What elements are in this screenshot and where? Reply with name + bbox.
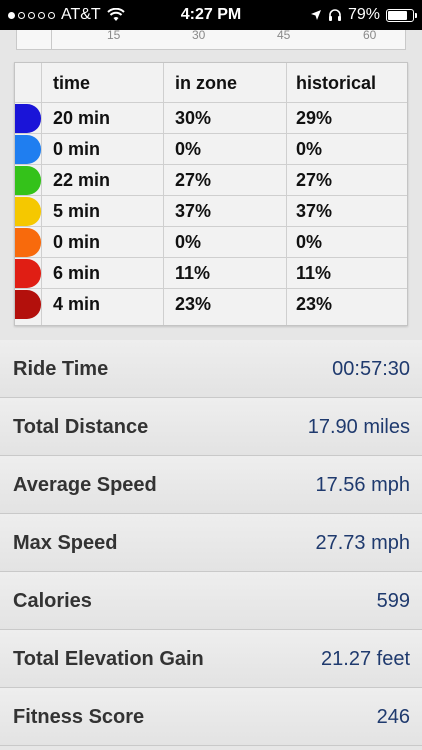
table-row: 4 min 23% 23% (15, 289, 407, 320)
wifi-icon (107, 8, 125, 21)
stat-row-total-distance: Total Distance 17.90 miles (0, 398, 422, 456)
zone-time: 4 min (53, 294, 101, 314)
table-row: 20 min 30% 29% (15, 103, 407, 134)
stat-value: 17.56 mph (315, 473, 410, 496)
x-tick-label: 45 (277, 28, 291, 42)
stat-label: Ride Time (13, 357, 109, 380)
zone-in-zone: 27% (175, 170, 212, 190)
zone-time: 5 min (53, 201, 101, 221)
zone-color-swatch (15, 259, 41, 288)
zone-historical: 23% (296, 294, 333, 314)
stat-label: Average Speed (13, 473, 157, 496)
headphones-icon (328, 9, 341, 21)
zone-in-zone: 11% (175, 263, 211, 283)
x-tick-label: 30 (192, 28, 206, 42)
table-row: 0 min 0% 0% (15, 227, 407, 258)
location-arrow-icon (310, 10, 321, 20)
table-row: 5 min 37% 37% (15, 196, 407, 227)
zone-historical: 0% (296, 139, 323, 159)
zone-color-swatch (15, 166, 41, 195)
stat-label: Total Distance (13, 415, 149, 438)
heart-rate-zones-table: time in zone historical 20 min 30% 29% 0… (14, 62, 408, 326)
zone-in-zone: 0% (175, 232, 202, 252)
x-tick-label: 60 (363, 28, 377, 42)
table-row: 6 min 11% 11% (15, 258, 407, 289)
column-header-in-zone: in zone (175, 72, 237, 93)
zone-historical: 0% (296, 232, 323, 252)
zone-in-zone: 0% (175, 139, 202, 159)
zone-color-swatch (15, 228, 41, 257)
stat-value: 246 (376, 705, 410, 728)
zone-historical: 29% (296, 108, 333, 128)
signal-strength-icon (8, 11, 55, 19)
zone-color-swatch (15, 197, 41, 226)
battery-percent: 79% (347, 6, 380, 23)
zone-chart-axis: 15 30 45 60 (16, 28, 406, 50)
stat-row-ride-time: Ride Time 00:57:30 (0, 340, 422, 398)
column-header-historical: historical (296, 72, 377, 93)
table-row: 22 min 27% 27% (15, 165, 407, 196)
zone-historical: 27% (296, 170, 333, 190)
stat-value: 21.27 feet (321, 647, 410, 670)
zone-time: 20 min (53, 108, 111, 128)
stat-label: Calories (13, 589, 92, 612)
zone-time: 0 min (53, 232, 101, 252)
carrier-name: AT&T (61, 6, 101, 23)
ride-stats-list: Ride Time 00:57:30 Total Distance 17.90 … (0, 340, 422, 746)
zone-historical: 11% (296, 263, 332, 283)
stat-row-average-speed: Average Speed 17.56 mph (0, 456, 422, 514)
status-bar: AT&T 4:27 PM 79% (0, 0, 422, 30)
zone-time: 6 min (53, 263, 101, 283)
stat-row-fitness-score: Fitness Score 246 (0, 688, 422, 746)
table-row: 0 min 0% 0% (15, 134, 407, 165)
stat-label: Max Speed (13, 531, 118, 554)
zone-in-zone: 37% (175, 201, 212, 221)
stat-label: Fitness Score (13, 705, 145, 728)
column-header-time: time (53, 72, 91, 93)
stat-value: 00:57:30 (332, 357, 410, 380)
zone-time: 0 min (53, 139, 101, 159)
stat-value: 17.90 miles (307, 415, 410, 438)
zone-in-zone: 23% (175, 294, 212, 314)
stat-row-max-speed: Max Speed 27.73 mph (0, 514, 422, 572)
zone-color-swatch (15, 290, 41, 319)
zone-time: 22 min (53, 170, 111, 190)
stat-row-total-elevation-gain: Total Elevation Gain 21.27 feet (0, 630, 422, 688)
x-tick-label: 15 (107, 28, 121, 42)
zone-color-swatch (15, 135, 41, 164)
battery-icon (386, 8, 417, 22)
stat-label: Total Elevation Gain (13, 647, 204, 670)
zone-color-swatch (15, 104, 41, 133)
stat-value: 27.73 mph (315, 531, 410, 554)
table-header-row: time in zone historical (15, 63, 407, 103)
stat-row-calories: Calories 599 (0, 572, 422, 630)
zone-in-zone: 30% (175, 108, 212, 128)
stat-value: 599 (376, 589, 410, 612)
zone-historical: 37% (296, 201, 333, 221)
